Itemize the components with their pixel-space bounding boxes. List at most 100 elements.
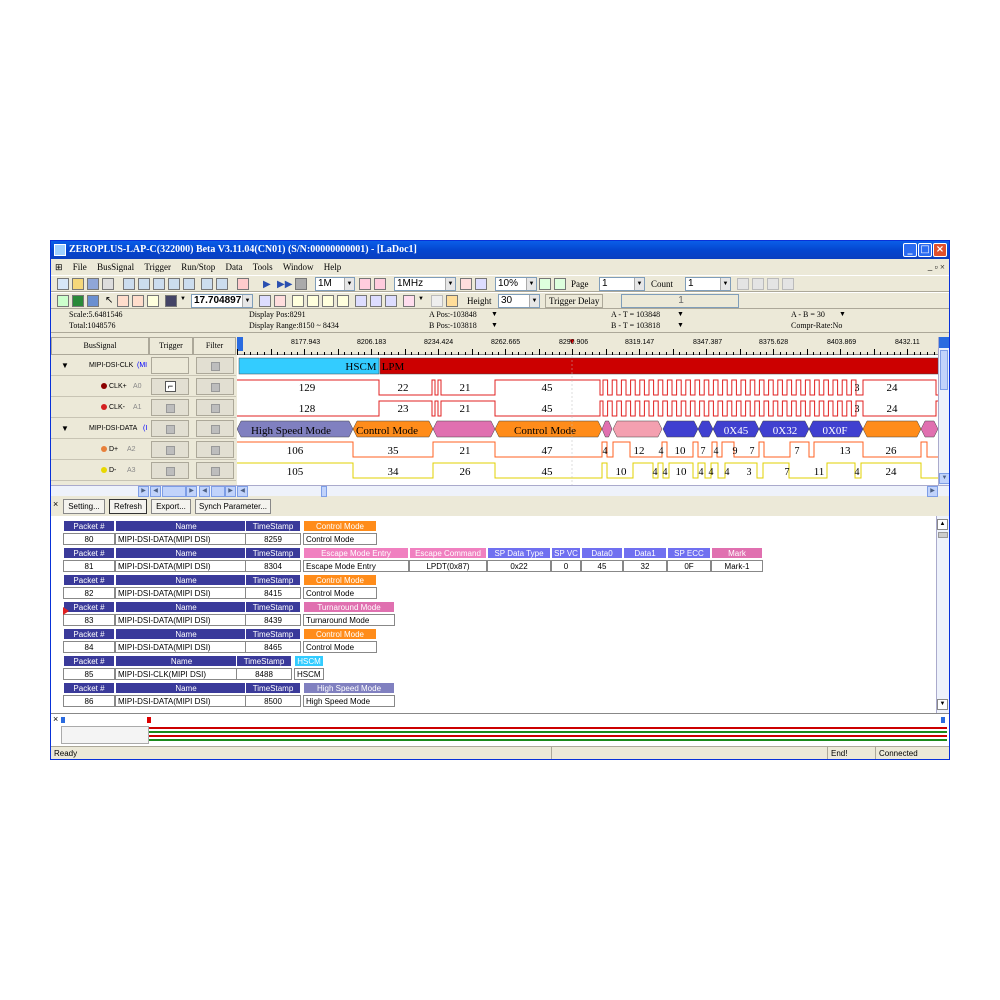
signal-scroll-right2-icon[interactable]: ▶: [186, 486, 197, 497]
waveform-hscroll[interactable]: ▶ ◀ ▶ ◀ ▶ ◀ ▶: [51, 485, 949, 497]
trigger-cell[interactable]: [151, 441, 189, 458]
bus-delete-icon[interactable]: [168, 278, 180, 290]
ruler-icon[interactable]: [165, 295, 177, 307]
waveform-area[interactable]: ▼ 8177.943 8206.183 8234.424 8262.665 8290.9…: [237, 337, 938, 485]
sample-depth-select[interactable]: 1M ▼: [315, 277, 355, 291]
signal-row-d-minus[interactable]: D- A3: [51, 460, 236, 481]
open-icon[interactable]: [72, 278, 84, 290]
bus-icon[interactable]: [123, 278, 135, 290]
trigger-cell[interactable]: [151, 357, 189, 374]
find-icon[interactable]: [355, 295, 367, 307]
signal-scroll-right-icon[interactable]: ▶: [138, 486, 149, 497]
measure-icon[interactable]: [147, 295, 159, 307]
filter-cell[interactable]: [196, 462, 234, 479]
zoom-select[interactable]: 10% ▼: [495, 277, 537, 291]
bus-b-icon[interactable]: [307, 295, 319, 307]
close-button[interactable]: ×: [933, 243, 947, 257]
signal-scroll-left-icon[interactable]: ◀: [150, 486, 161, 497]
bus-setting-icon[interactable]: [183, 278, 195, 290]
signal-row-d-plus[interactable]: D+ A2: [51, 439, 236, 460]
overview-a-marker-icon[interactable]: [61, 717, 65, 723]
b-pos-dropdown-icon[interactable]: ▼: [491, 321, 498, 329]
menu-help[interactable]: Help: [320, 260, 346, 274]
packet-scroll-down-icon[interactable]: ▼: [937, 699, 948, 710]
bus-edit-icon[interactable]: [138, 278, 150, 290]
packet-list[interactable]: Packet # Name TimeStamp 80 MIPI-DSI-DATA(MIP…: [51, 516, 936, 713]
menu-bussignal[interactable]: BusSignal: [93, 260, 138, 274]
home-dropdown-icon[interactable]: ▼: [418, 296, 424, 302]
count-select[interactable]: 1 ▼: [685, 277, 731, 291]
trigger-icon[interactable]: [201, 278, 213, 290]
scroll-down-icon[interactable]: ▼: [939, 473, 949, 484]
waveform-canvas[interactable]: HSCM LPM129 22 21 45 3 24128 23 21 45 3 24High Spee…: [237, 356, 938, 485]
cursor-value-field[interactable]: 17.704897 ▼: [191, 294, 253, 308]
maximize-button[interactable]: □: [918, 243, 932, 257]
bus-group-icon[interactable]: [153, 278, 165, 290]
vscroll-thumb[interactable]: [940, 350, 948, 390]
prev-page-icon[interactable]: [737, 278, 749, 290]
trigger-cell[interactable]: [151, 420, 189, 437]
find-next-icon[interactable]: [370, 295, 382, 307]
b-t-dropdown-icon[interactable]: ▼: [677, 321, 684, 329]
filter-cell[interactable]: [196, 378, 234, 395]
title-bar[interactable]: ZEROPLUS-LAP-C(322000) Beta V3.11.04(CN0…: [51, 241, 949, 259]
menu-window[interactable]: Window: [279, 260, 318, 274]
filter-header[interactable]: Filter: [193, 337, 236, 355]
synch-parameter-button[interactable]: Synch Parameter...: [195, 499, 271, 514]
waveform-vscroll[interactable]: ▼: [938, 337, 949, 485]
overview-bar[interactable]: ×: [51, 713, 949, 746]
signal-row-mipi-dsi-clk[interactable]: ▼ MIPI-DSI-CLK (MI: [51, 355, 236, 376]
signal-row-clk-plus[interactable]: CLK+ A0 ⌐: [51, 376, 236, 397]
depth-up-icon[interactable]: [359, 278, 371, 290]
cursor-tool-icon[interactable]: [117, 295, 129, 307]
filter-cell[interactable]: [196, 420, 234, 437]
trigger-scroll-thumb[interactable]: [211, 486, 225, 497]
signal-row-mipi-dsi-data[interactable]: ▼ MIPI-DSI-DATA (I: [51, 418, 236, 439]
rate-down-icon[interactable]: [475, 278, 487, 290]
packet-scroll-up-icon[interactable]: ▲: [937, 519, 948, 530]
new-icon[interactable]: [57, 278, 69, 290]
trigger-delay-field[interactable]: 1: [621, 294, 739, 308]
ruler-dropdown-icon[interactable]: ▼: [180, 296, 186, 302]
overview-b-marker-icon[interactable]: [941, 717, 945, 723]
run-icon[interactable]: ▶: [263, 279, 271, 290]
zoom-out-icon[interactable]: [554, 278, 566, 290]
sample-rate-select[interactable]: 1MHz ▼: [394, 277, 456, 291]
signal-scroll-thumb[interactable]: [162, 486, 186, 497]
menu-tools[interactable]: Tools: [249, 260, 277, 274]
scroll-up-icon[interactable]: [939, 337, 949, 348]
bus-d-icon[interactable]: [337, 295, 349, 307]
trigger-setting-icon[interactable]: [216, 278, 228, 290]
menu-trigger[interactable]: Trigger: [140, 260, 175, 274]
pointer-icon[interactable]: ↖: [105, 295, 113, 306]
wave-scroll-left-icon[interactable]: ◀: [237, 486, 248, 497]
a-b-dropdown-icon[interactable]: ▼: [839, 310, 846, 318]
trigger-header[interactable]: Trigger: [149, 337, 193, 355]
print-icon[interactable]: [102, 278, 114, 290]
analyze-icon[interactable]: [237, 278, 249, 290]
packet-vscroll[interactable]: ▲ ▼: [936, 516, 949, 713]
trigger-scroll-right-icon[interactable]: ▶: [225, 486, 236, 497]
hand-icon[interactable]: [132, 295, 144, 307]
trigger-cell[interactable]: ⌐: [151, 378, 189, 395]
trigger-cell[interactable]: [151, 399, 189, 416]
page-select[interactable]: 1 ▼: [599, 277, 645, 291]
signal-row-clk-minus[interactable]: CLK- A1: [51, 397, 236, 418]
wave-scroll-right-icon[interactable]: ▶: [927, 486, 938, 497]
height-select[interactable]: 30 ▼: [498, 294, 540, 308]
next-page-icon[interactable]: [752, 278, 764, 290]
close-overview-icon[interactable]: ×: [53, 714, 58, 724]
layout-icon[interactable]: [87, 295, 99, 307]
menu-file[interactable]: File: [69, 260, 91, 274]
search-bus-icon[interactable]: [274, 295, 286, 307]
last-page-icon[interactable]: [782, 278, 794, 290]
child-window-controls[interactable]: _ ▫ ×: [928, 260, 945, 274]
grid-icon[interactable]: [57, 295, 69, 307]
refresh-button[interactable]: Refresh: [109, 499, 147, 514]
search-icon[interactable]: [259, 295, 271, 307]
color-icon[interactable]: [72, 295, 84, 307]
filter-cell[interactable]: [196, 441, 234, 458]
a-t-dropdown-icon[interactable]: ▼: [677, 310, 684, 318]
save-icon[interactable]: [87, 278, 99, 290]
export-button[interactable]: Export...: [151, 499, 191, 514]
